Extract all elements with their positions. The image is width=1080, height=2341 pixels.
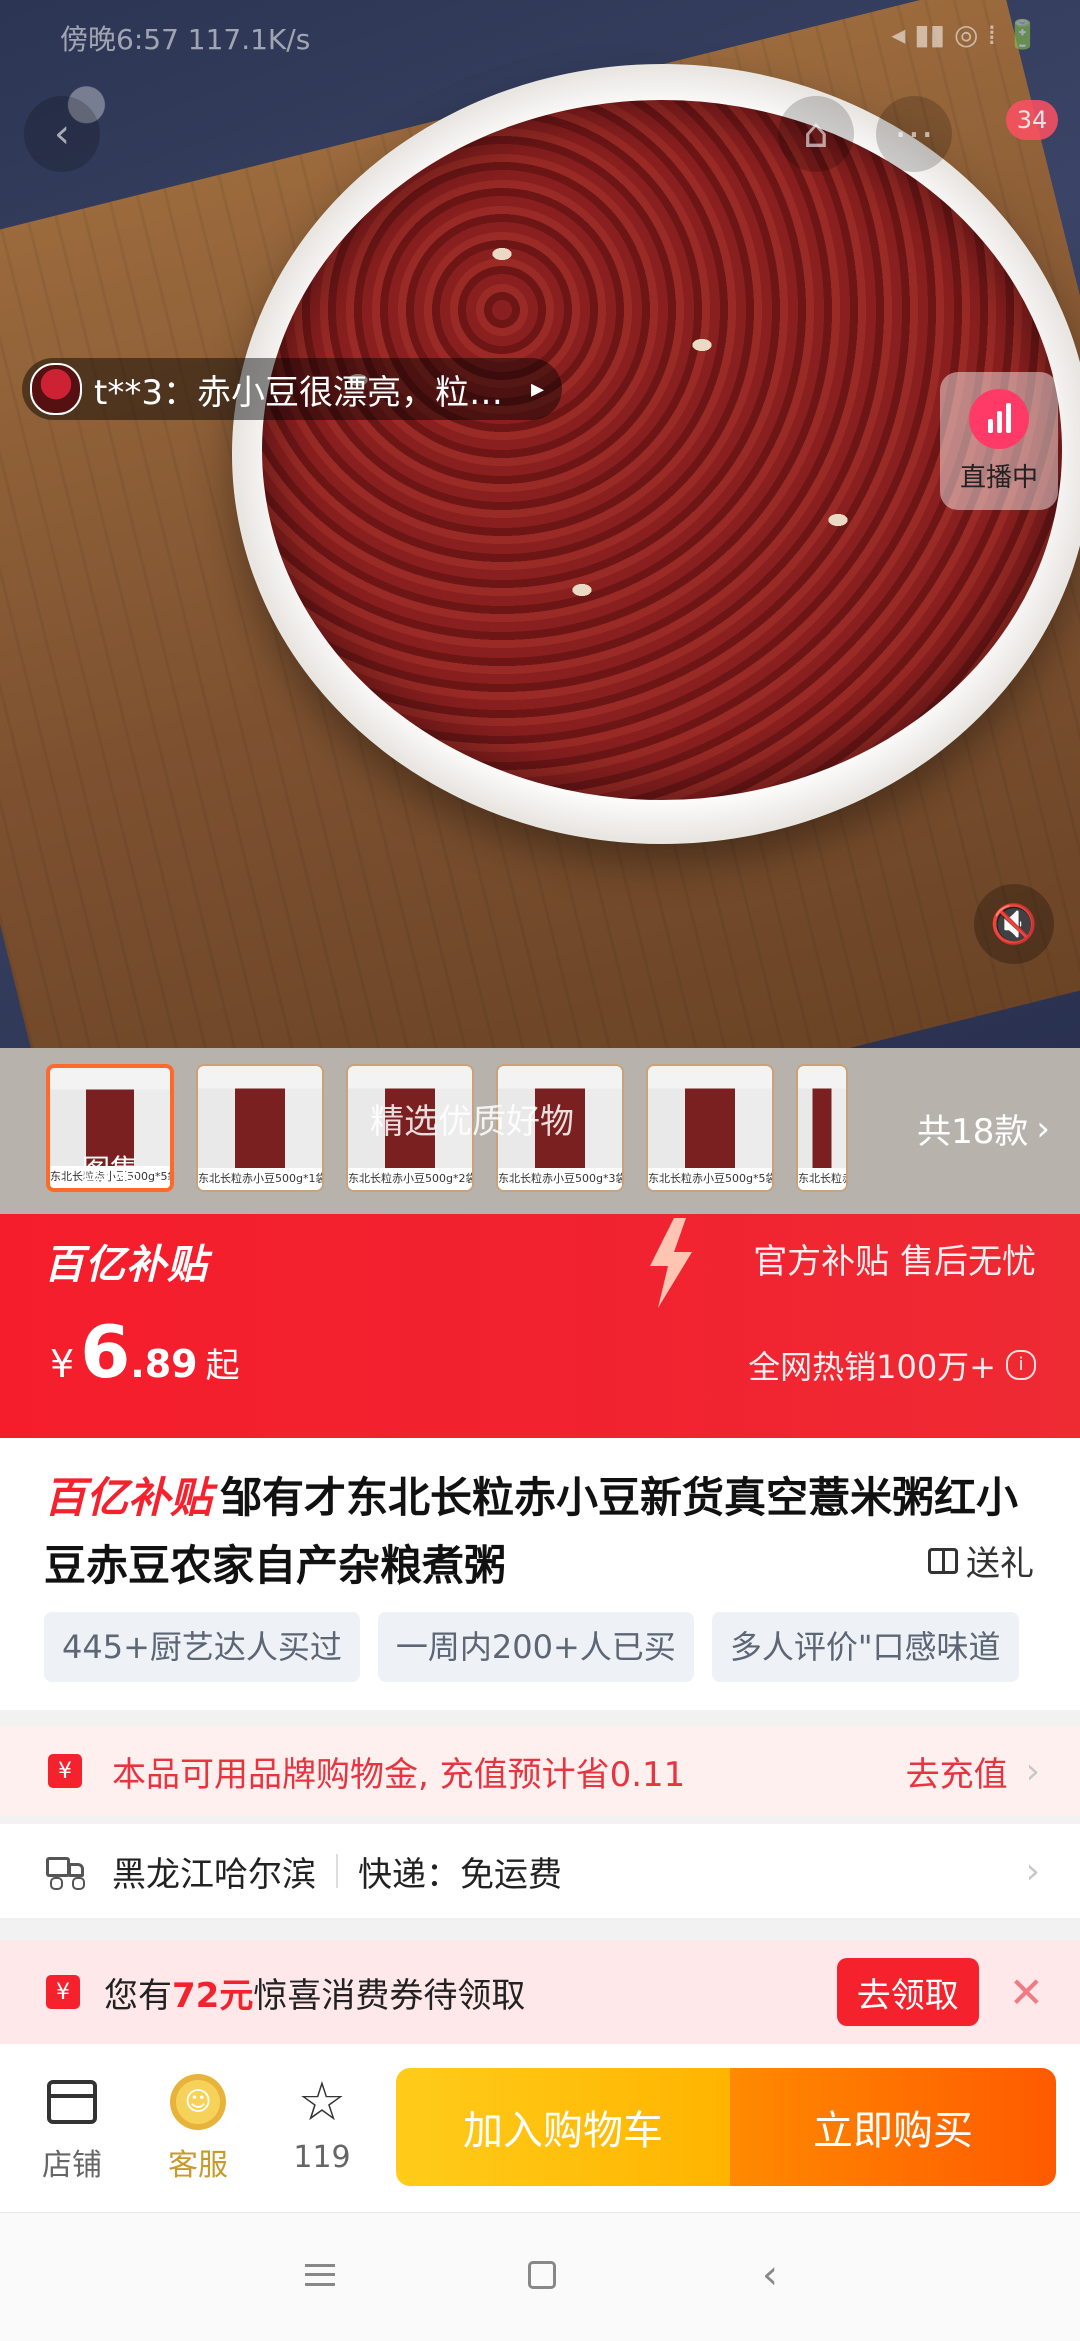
variant-thumb[interactable]: 东北长粒赤小豆500g* [796, 1064, 848, 1192]
thumb-caption: 东北长粒赤小豆500g*3袋 [498, 1168, 622, 1190]
home-icon [528, 2261, 556, 2289]
recharge-link[interactable]: 去充值 [906, 1747, 1008, 1796]
store-icon [47, 2080, 97, 2124]
recent-apps-button[interactable] [290, 2250, 350, 2300]
yen-icon: ¥ [48, 1754, 82, 1788]
price-integer: 6 [80, 1310, 131, 1394]
back-icon: ‹ [762, 2252, 778, 2298]
info-icon: i [1006, 1350, 1036, 1380]
price-suffix: 起 [205, 1346, 240, 1386]
add-to-cart-button[interactable]: 加入购物车 [396, 2068, 730, 2186]
customer-service-button[interactable]: ☺ 客服 [148, 2070, 248, 2184]
favorite-count: 119 [293, 2140, 351, 2175]
chevron-right-icon: › [1025, 1750, 1040, 1792]
hot-sales-text: 全网热销100万+ [748, 1348, 996, 1386]
live-icon [969, 388, 1029, 449]
close-icon[interactable]: ✕ [1009, 1968, 1044, 2017]
brand-gold-text: 本品可用品牌购物金, 充值预计省0.11 [112, 1754, 686, 1795]
gift-icon [928, 1547, 958, 1574]
customer-service-icon: ☺ [170, 2074, 226, 2130]
shipping-row[interactable]: 黑龙江哈尔滨 快递：免运费 › [0, 1824, 1080, 1920]
subsidy-logo: 百亿补贴 [44, 1242, 208, 1288]
social-proof-chip: 一周内200+人已买 [377, 1612, 694, 1682]
store-label: 店铺 [42, 2148, 102, 2183]
price-decimal: .89 [130, 1342, 198, 1386]
status-time: 傍晚6:57 117.1K/s [60, 23, 311, 56]
cart-count-badge[interactable]: 34 [1006, 100, 1058, 140]
service-label: 客服 [168, 2148, 228, 2183]
social-proof-chips: 445+厨艺达人买过 一周内200+人已买 多人评价"口感味道 [44, 1612, 1080, 1684]
live-label: 直播中 [959, 462, 1038, 493]
coupon-bar[interactable]: ¥ 您有72元惊喜消费券待领取 去领取 ✕ [0, 1940, 1080, 2044]
thumb-caption: 东北长粒赤小豆500g*5袋 [648, 1168, 772, 1190]
currency-symbol: ¥ [50, 1342, 75, 1386]
social-proof-chip: 多人评价"口感味道 [711, 1612, 1019, 1682]
more-icon: ⋯ [894, 111, 934, 157]
subsidy-tag: 百亿补贴 [44, 1473, 213, 1522]
variant-count-label: 共18款 [917, 1112, 1029, 1152]
price: ¥ 6 .89 起 [50, 1310, 240, 1394]
gift-label: 送礼 [966, 1544, 1034, 1584]
variant-count-button[interactable]: 共18款 › [917, 1104, 1050, 1153]
status-icons: ◂ ▮▮ ◎ ⁞ 🔋 [891, 18, 1040, 51]
lightning-icon [650, 1218, 692, 1308]
share-button[interactable]: ⌂ [778, 96, 854, 172]
chevron-right-icon: ▸ [530, 374, 544, 404]
product-title: 百亿补贴 邹有才东北长粒赤小豆新货真空薏米粥红小豆赤豆农家自产杂粮煮粥 [44, 1464, 1034, 1600]
mute-button[interactable]: 🔇 [974, 884, 1054, 964]
strip-overlay-text: 精选优质好物 [370, 1102, 574, 1142]
coupon-suffix: 惊喜消费券待领取 [253, 1975, 526, 2016]
buy-now-button[interactable]: 立即购买 [730, 2068, 1056, 2186]
chevron-right-icon: › [1025, 1850, 1040, 1892]
mute-icon: 🔇 [990, 901, 1038, 946]
chevron-right-icon: › [1036, 1108, 1050, 1149]
gift-button[interactable]: 送礼 [922, 1536, 1034, 1585]
gallery-label: 图集 [82, 1153, 139, 1186]
hot-sales[interactable]: 全网热销100万+ i [748, 1342, 1036, 1388]
live-entry[interactable]: 直播中 [940, 372, 1058, 510]
home-button[interactable] [512, 2250, 572, 2300]
coupon-prefix: 您有 [104, 1975, 172, 2016]
claim-coupon-button[interactable]: 去领取 [836, 1958, 979, 2026]
coupon-text: 您有72元惊喜消费券待领取 [104, 1968, 837, 2017]
avatar [30, 363, 82, 415]
thumb-caption: 东北长粒赤小豆500g*1袋 [198, 1168, 322, 1190]
thumb-caption: 东北长粒赤小豆500g* [798, 1168, 846, 1190]
shipping-fee: 快递：免运费 [358, 1854, 562, 1895]
comment-text: t**3：赤小豆很漂亮，粒… [94, 372, 503, 413]
favorite-button[interactable]: ☆ 119 [272, 2070, 372, 2176]
system-back-button[interactable]: ‹ [740, 2250, 800, 2300]
social-proof-chip: 445+厨艺达人买过 [44, 1612, 360, 1682]
star-icon: ☆ [297, 2070, 347, 2133]
guarantee-text: 官方补贴 售后无忧 [753, 1242, 1036, 1282]
back-icon: ‹ [54, 111, 70, 157]
menu-icon [305, 2264, 335, 2286]
coupon-amount: 72元 [172, 1975, 254, 2016]
store-button[interactable]: 店铺 [22, 2070, 122, 2184]
more-button[interactable]: ⋯ [876, 96, 952, 172]
share-icon: ⌂ [803, 111, 829, 157]
divider [336, 1854, 338, 1888]
comment-ticker[interactable]: t**3：赤小豆很漂亮，粒… ▸ [22, 358, 562, 420]
truck-icon [46, 1857, 86, 1890]
thumb-caption: 东北长粒赤小豆500g*2袋 [348, 1168, 472, 1190]
back-button[interactable]: ‹ [24, 96, 100, 172]
ship-from: 黑龙江哈尔滨 [112, 1854, 316, 1895]
brand-gold-row[interactable]: ¥ 本品可用品牌购物金, 充值预计省0.11 去充值 › [0, 1726, 1080, 1816]
coupon-icon: ¥ [46, 1975, 80, 2009]
variant-thumb[interactable]: 东北长粒赤小豆500g*1袋 [196, 1064, 324, 1192]
variant-thumb[interactable]: 东北长粒赤小豆500g*5袋 [646, 1064, 774, 1192]
status-bar: 傍晚6:57 117.1K/s ◂ ▮▮ ◎ ⁞ 🔋 [0, 0, 1080, 60]
